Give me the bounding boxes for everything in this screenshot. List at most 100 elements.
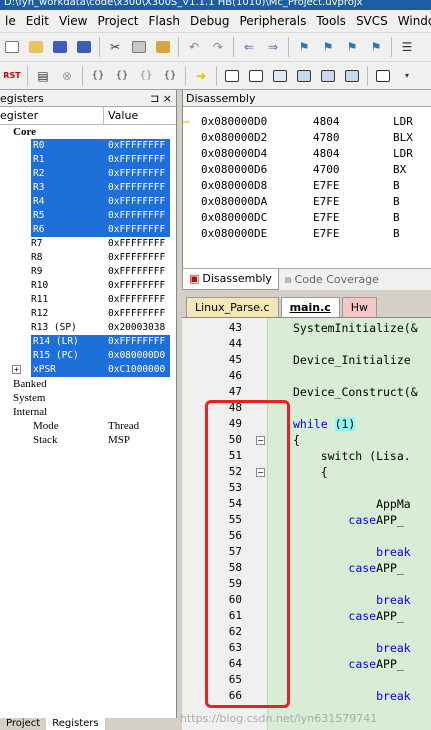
bookmark-icon[interactable]: ⚑ (295, 38, 313, 56)
disassembly-row[interactable]: 0x080000D8 E7FE B (183, 178, 431, 194)
register-row-stack[interactable]: Stack MSP (0, 433, 176, 447)
redo-icon[interactable]: ↷ (209, 38, 227, 56)
code-line[interactable]: switch (Lisa. (293, 448, 411, 464)
register-row[interactable]: R7 0xFFFFFFFF (0, 237, 176, 251)
disassembly-row[interactable]: 0x080000DE E7FE B (183, 226, 431, 242)
undo-icon[interactable]: ↶ (185, 38, 203, 56)
symbols-window-icon[interactable] (271, 67, 289, 85)
register-row[interactable]: R5 0xFFFFFFFF (0, 209, 176, 223)
cut-icon[interactable]: ✂ (106, 38, 124, 56)
copy-icon[interactable] (130, 38, 148, 56)
menu-view[interactable]: View (54, 10, 92, 32)
register-row[interactable]: R12 0xFFFFFFFF (0, 307, 176, 321)
code-line[interactable]: AppMa (293, 496, 411, 512)
nav-back-icon[interactable]: ⇐ (240, 38, 258, 56)
command-window-icon[interactable] (223, 67, 241, 85)
register-row[interactable]: R4 0xFFFFFFFF (0, 195, 176, 209)
watch-window-icon[interactable] (343, 67, 361, 85)
disassembly-row[interactable]: 0x080000DC E7FE B (183, 210, 431, 226)
save-all-icon[interactable] (75, 38, 93, 56)
code-line[interactable]: SystemInitialize(& (293, 320, 418, 336)
tree-system[interactable]: System (0, 391, 176, 405)
register-row[interactable]: R11 0xFFFFFFFF (0, 293, 176, 307)
register-row[interactable]: R3 0xFFFFFFFF (0, 181, 176, 195)
tab-project[interactable]: Project (0, 718, 46, 730)
code-line[interactable]: caseAPP_ (293, 560, 403, 576)
save-icon[interactable] (51, 38, 69, 56)
code-line[interactable]: caseAPP_ (293, 608, 403, 624)
step-into-icon[interactable]: {} (89, 67, 107, 85)
disassembly-window-icon[interactable] (247, 67, 265, 85)
register-row[interactable]: R1 0xFFFFFFFF (0, 153, 176, 167)
pin-close-icon[interactable]: ⊐ × (150, 92, 172, 105)
register-row[interactable]: R6 0xFFFFFFFF (0, 223, 176, 237)
code-line[interactable]: { (293, 432, 300, 448)
menu-window[interactable]: Windo (393, 10, 431, 32)
code-line[interactable]: Device_Initialize (293, 352, 411, 368)
code-line[interactable]: { (293, 464, 328, 480)
step-out-icon[interactable]: {} (137, 67, 155, 85)
code-line[interactable]: caseAPP_ (293, 656, 403, 672)
menu-edit[interactable]: Edit (21, 10, 54, 32)
register-row[interactable]: R2 0xFFFFFFFF (0, 167, 176, 181)
bookmark-next-icon[interactable]: ⚑ (343, 38, 361, 56)
new-file-icon[interactable] (3, 38, 21, 56)
code-line[interactable]: break (293, 688, 411, 704)
tab-code-coverage[interactable]: ▤ Code Coverage (279, 269, 385, 290)
tree-banked[interactable]: Banked (0, 377, 176, 391)
code-line[interactable]: Device_Construct(& (293, 384, 418, 400)
menu-tools[interactable]: Tools (311, 10, 351, 32)
register-row[interactable]: xPSR +0xC1000000 (0, 363, 176, 377)
run-to-cursor-icon[interactable]: {} (161, 67, 179, 85)
register-row[interactable]: R10 0xFFFFFFFF (0, 279, 176, 293)
paste-icon[interactable] (154, 38, 172, 56)
tab-disassembly[interactable]: ▣ Disassembly (182, 269, 279, 290)
menu-debug[interactable]: Debug (185, 10, 234, 32)
show-next-statement-icon[interactable]: ➔ (192, 67, 210, 85)
menu-peripherals[interactable]: Peripherals (234, 10, 311, 32)
register-row[interactable]: R9 0xFFFFFFFF (0, 265, 176, 279)
registers-window-icon[interactable] (295, 67, 313, 85)
disassembly-row[interactable]: 0x080000DA E7FE B (183, 194, 431, 210)
register-row[interactable]: R8 0xFFFFFFFF (0, 251, 176, 265)
tab-linux-parse-c[interactable]: Linux_Parse.c (186, 297, 279, 317)
code-line[interactable]: break (293, 592, 411, 608)
column-value[interactable]: Value (104, 107, 138, 124)
register-row[interactable]: R0 0xFFFFFFFF (0, 139, 176, 153)
menu-flash[interactable]: Flash (144, 10, 185, 32)
code-line[interactable]: break (293, 640, 411, 656)
step-over-icon[interactable]: {} (113, 67, 131, 85)
tab-hw[interactable]: Hw (341, 297, 378, 317)
menu-project[interactable]: Project (92, 10, 143, 32)
open-folder-icon[interactable] (27, 38, 45, 56)
tree-core[interactable]: Core (0, 125, 176, 139)
tree-internal[interactable]: Internal (0, 405, 176, 419)
bookmark-clear-icon[interactable]: ⚑ (367, 38, 385, 56)
call-stack-icon[interactable] (319, 67, 337, 85)
menu-file[interactable]: le (0, 10, 21, 32)
code-line[interactable]: while (1) (293, 416, 356, 432)
stop-icon[interactable]: ⊗ (58, 67, 76, 85)
tab-main-c[interactable]: main.c (280, 297, 340, 317)
nav-forward-icon[interactable]: ⇒ (264, 38, 282, 56)
expand-icon[interactable]: + (12, 365, 21, 374)
bookmark-prev-icon[interactable]: ⚑ (319, 38, 337, 56)
menu-svcs[interactable]: SVCS (351, 10, 393, 32)
disassembly-row[interactable]: 0x080000D2 4780 BLX (183, 130, 431, 146)
register-row-mode[interactable]: Mode Thread (0, 419, 176, 433)
register-row[interactable]: R15 (PC) 0x080000D0 (0, 349, 176, 363)
disassembly-row[interactable]: ⇨ 0x080000D0 4804 LDR (183, 114, 431, 130)
disassembly-row[interactable]: 0x080000D6 4700 BX (183, 162, 431, 178)
disassembly-row[interactable]: 0x080000D4 4804 LDR (183, 146, 431, 162)
serial-window-icon[interactable]: ▾ (398, 67, 416, 85)
code-line[interactable]: caseAPP_ (293, 512, 403, 528)
column-register[interactable]: egister (0, 107, 104, 124)
register-row[interactable]: R14 (LR) 0xFFFFFFFF (0, 335, 176, 349)
tab-registers[interactable]: Registers (46, 718, 105, 730)
run-icon[interactable]: ▤ (34, 67, 52, 85)
register-row[interactable]: R13 (SP) 0x20003038 (0, 321, 176, 335)
memory-window-icon[interactable] (374, 67, 392, 85)
reset-icon[interactable]: RST (3, 67, 21, 85)
indent-icon[interactable]: ☰ (398, 38, 416, 56)
code-line[interactable]: break (293, 544, 411, 560)
